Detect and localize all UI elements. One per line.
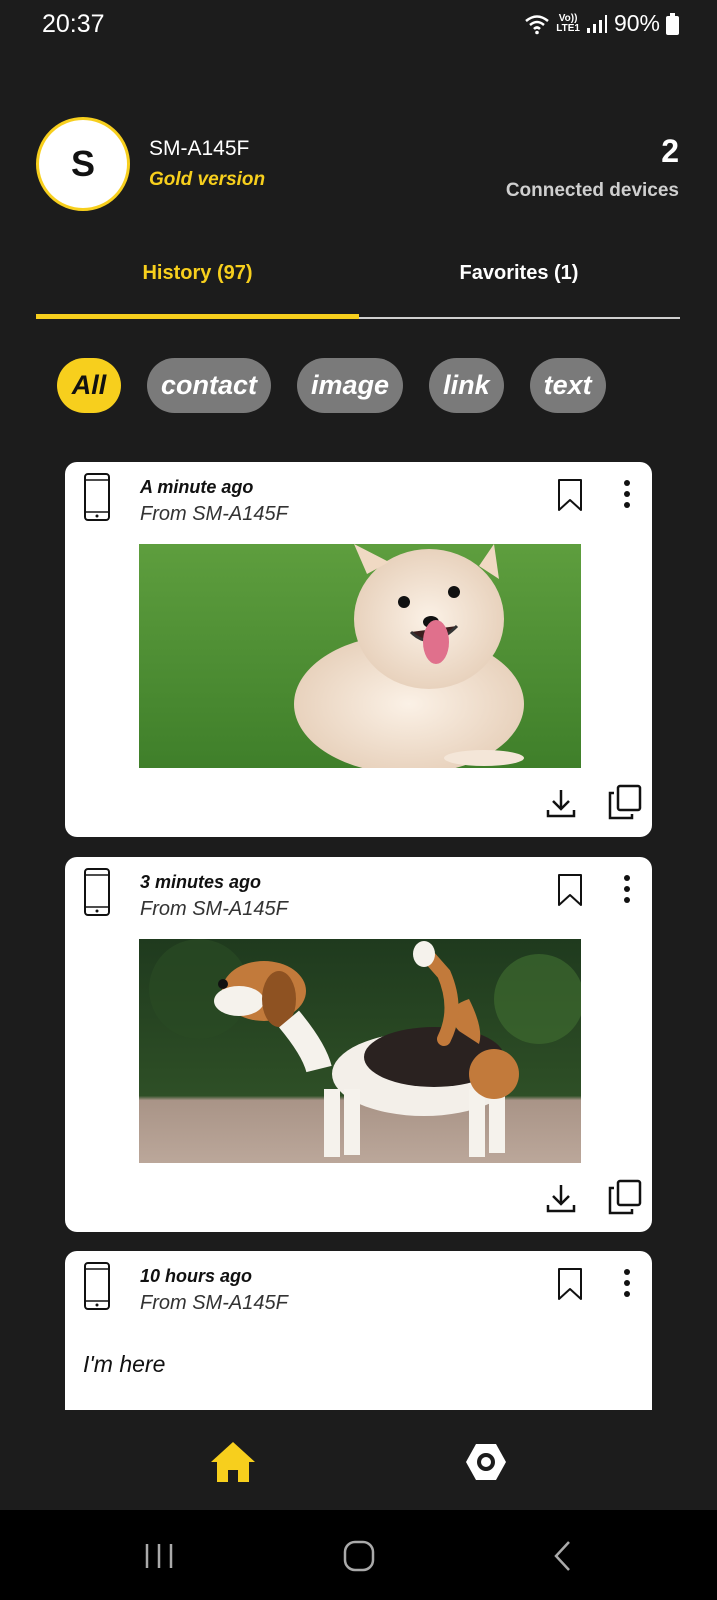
bookmark-icon[interactable]	[557, 478, 583, 512]
battery-icon	[666, 12, 679, 35]
bottom-nav	[0, 1410, 717, 1510]
phone-icon	[84, 868, 110, 916]
status-bar: 20:37 Vo)) LTE1 90%	[0, 0, 717, 48]
wifi-icon	[525, 14, 550, 34]
filter-chips: All contact image link text	[57, 358, 606, 413]
lte-label: LTE1	[556, 22, 580, 34]
copy-icon[interactable]	[608, 1179, 642, 1215]
card-time: 10 hours ago	[140, 1266, 253, 1286]
history-card[interactable]: A minute ago From SM-A145F	[65, 462, 652, 837]
system-nav-bar	[0, 1510, 717, 1600]
phone-icon	[84, 1262, 110, 1310]
more-vertical-icon[interactable]	[622, 1268, 632, 1298]
download-icon[interactable]	[545, 1183, 577, 1213]
chip-image[interactable]: image	[297, 358, 404, 413]
card-from: From SM-A145F	[140, 1292, 288, 1314]
phone-icon	[84, 473, 110, 521]
card-time: 3 minutes ago	[140, 872, 262, 892]
bookmark-icon[interactable]	[557, 873, 583, 907]
more-vertical-icon[interactable]	[622, 479, 632, 509]
recents-icon[interactable]	[144, 1542, 174, 1570]
chip-contact[interactable]: contact	[147, 358, 272, 413]
volte-label: Vo))	[558, 12, 578, 24]
connected-devices-label[interactable]: Connected devices	[506, 180, 679, 202]
device-name: SM-A145F	[149, 137, 250, 160]
home-icon[interactable]	[209, 1440, 257, 1484]
settings-icon[interactable]	[465, 1442, 507, 1482]
copy-icon[interactable]	[608, 784, 642, 820]
pomeranian-dog-photo[interactable]	[139, 544, 581, 768]
tab-history[interactable]: History (97)	[36, 262, 359, 285]
card-text-content[interactable]: I'm here	[83, 1351, 165, 1378]
bookmark-icon[interactable]	[557, 1267, 583, 1301]
tab-active-indicator	[36, 314, 359, 319]
version-label: Gold version	[149, 169, 266, 190]
volte-indicator: Vo)) LTE1	[556, 12, 580, 34]
avatar-letter: S	[70, 143, 95, 184]
battery-percent: 90%	[613, 10, 660, 36]
status-icons: Vo)) LTE1 90%	[524, 10, 679, 37]
back-icon[interactable]	[552, 1540, 572, 1572]
avatar[interactable]: S	[36, 117, 130, 211]
signal-icon	[586, 14, 607, 33]
chip-text[interactable]: text	[529, 358, 606, 413]
card-from: From SM-A145F	[140, 503, 288, 525]
history-card[interactable]: 3 minutes ago From SM-A145F	[65, 857, 652, 1232]
more-vertical-icon[interactable]	[622, 874, 632, 904]
chip-link[interactable]: link	[429, 358, 504, 413]
beagle-dog-photo[interactable]	[139, 939, 581, 1163]
chip-all[interactable]: All	[57, 358, 121, 413]
card-from: From SM-A145F	[140, 898, 288, 920]
tab-favorites[interactable]: Favorites (1)	[359, 262, 679, 285]
download-icon[interactable]	[545, 788, 577, 818]
card-time: A minute ago	[140, 477, 254, 497]
history-card[interactable]: 10 hours ago From SM-A145F I'm here	[65, 1251, 652, 1411]
system-home-icon[interactable]	[343, 1540, 375, 1572]
status-time: 20:37	[42, 10, 105, 38]
connected-devices-count[interactable]: 2	[661, 133, 679, 170]
